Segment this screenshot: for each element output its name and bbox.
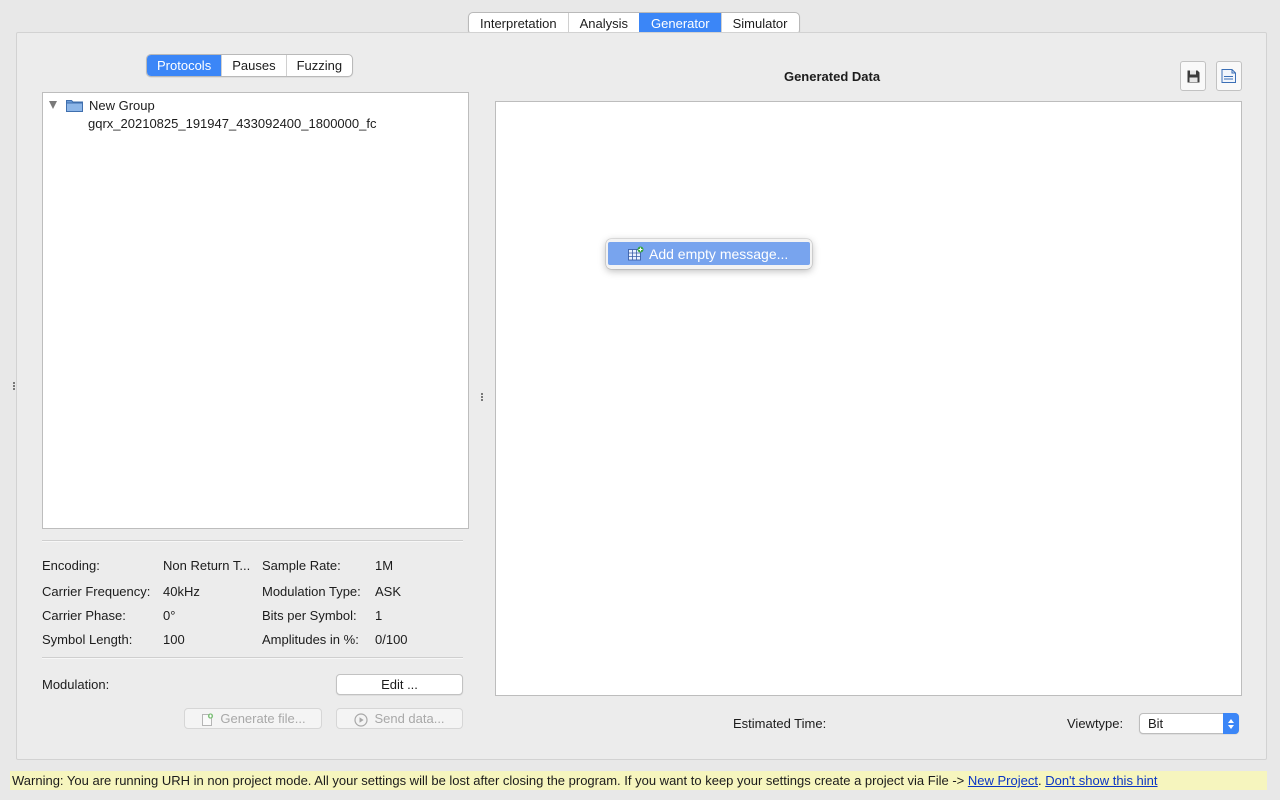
carrier-phase-label: Carrier Phase:	[42, 608, 126, 623]
amplitudes-value: 0/100	[375, 632, 408, 647]
encoding-value: Non Return T...	[163, 558, 251, 573]
open-file-button[interactable]	[1216, 61, 1242, 91]
menu-item-label: Add empty message...	[649, 245, 789, 262]
save-button[interactable]	[1180, 61, 1206, 91]
protocol-tree[interactable]: New Group gqrx_20210825_191947_433092400…	[42, 92, 469, 529]
tab-fuzzing[interactable]: Fuzzing	[285, 55, 353, 76]
symbol-length-label: Symbol Length:	[42, 632, 133, 647]
save-icon	[1187, 70, 1199, 82]
left-splitter-handle[interactable]	[12, 382, 15, 390]
modulation-label: Modulation:	[42, 677, 110, 692]
tab-generator[interactable]: Generator	[639, 13, 721, 34]
viewtype-value: Bit	[1148, 716, 1164, 731]
generate-file-label: Generate file...	[220, 711, 306, 726]
carrier-frequency-label: Carrier Frequency:	[42, 584, 151, 599]
send-data-label: Send data...	[374, 711, 445, 726]
modulation-type-value: ASK	[375, 584, 402, 599]
center-splitter-handle[interactable]	[480, 393, 483, 401]
warning-bar: Warning: You are running URH in non proj…	[10, 771, 1267, 790]
tab-protocols[interactable]: Protocols	[147, 55, 222, 76]
send-data-button[interactable]: Send data...	[336, 708, 463, 729]
sample-rate-value: 1M	[375, 558, 394, 573]
generated-data-title: Generated Data	[783, 69, 881, 84]
modulation-type-label: Modulation Type:	[262, 584, 361, 599]
bits-per-symbol-label: Bits per Symbol:	[262, 608, 357, 623]
sample-rate-label: Sample Rate:	[262, 558, 341, 573]
estimated-time-label: Estimated Time:	[733, 716, 827, 731]
new-file-icon	[202, 712, 214, 726]
divider	[42, 657, 463, 659]
tab-analysis[interactable]: Analysis	[567, 13, 639, 34]
tab-simulator[interactable]: Simulator	[720, 13, 799, 34]
expand-arrow-icon[interactable]	[49, 101, 57, 109]
tab-interpretation[interactable]: Interpretation	[469, 13, 568, 34]
warning-text: Warning: You are running URH in non proj…	[12, 773, 968, 788]
viewtype-select[interactable]: Bit	[1139, 713, 1239, 734]
tab-pauses[interactable]: Pauses	[221, 55, 285, 76]
folder-icon	[66, 99, 83, 112]
amplitudes-label: Amplitudes in %:	[262, 632, 359, 647]
play-icon	[354, 712, 369, 727]
tree-group-label: New Group	[89, 97, 155, 113]
context-menu: Add empty message...	[606, 239, 812, 269]
menu-item-add-empty-message[interactable]: Add empty message...	[608, 242, 810, 265]
carrier-frequency-value: 40kHz	[163, 584, 200, 599]
warning-separator: .	[1037, 773, 1042, 788]
symbol-length-value: 100	[163, 632, 185, 647]
bits-per-symbol-value: 1	[375, 608, 383, 623]
divider	[42, 540, 463, 542]
generator-sub-tab-bar: Protocols Pauses Fuzzing	[146, 54, 354, 77]
tree-item-protocol[interactable]: gqrx_20210825_191947_433092400_1800000_f…	[88, 115, 376, 133]
document-icon	[1221, 69, 1236, 83]
edit-modulation-button[interactable]: Edit ...	[336, 674, 463, 695]
encoding-label: Encoding:	[42, 558, 100, 573]
updown-arrows-icon	[1223, 713, 1239, 734]
dont-show-hint-link[interactable]: Don't show this hint	[1045, 773, 1157, 788]
generated-data-table[interactable]	[495, 101, 1242, 696]
viewtype-label: Viewtype:	[1067, 716, 1124, 731]
new-project-link[interactable]: New Project	[968, 773, 1038, 788]
add-table-row-icon	[628, 246, 644, 261]
generate-file-button[interactable]: Generate file...	[184, 708, 322, 729]
carrier-phase-value: 0°	[163, 608, 176, 623]
tree-group-row[interactable]: New Group	[49, 96, 155, 114]
